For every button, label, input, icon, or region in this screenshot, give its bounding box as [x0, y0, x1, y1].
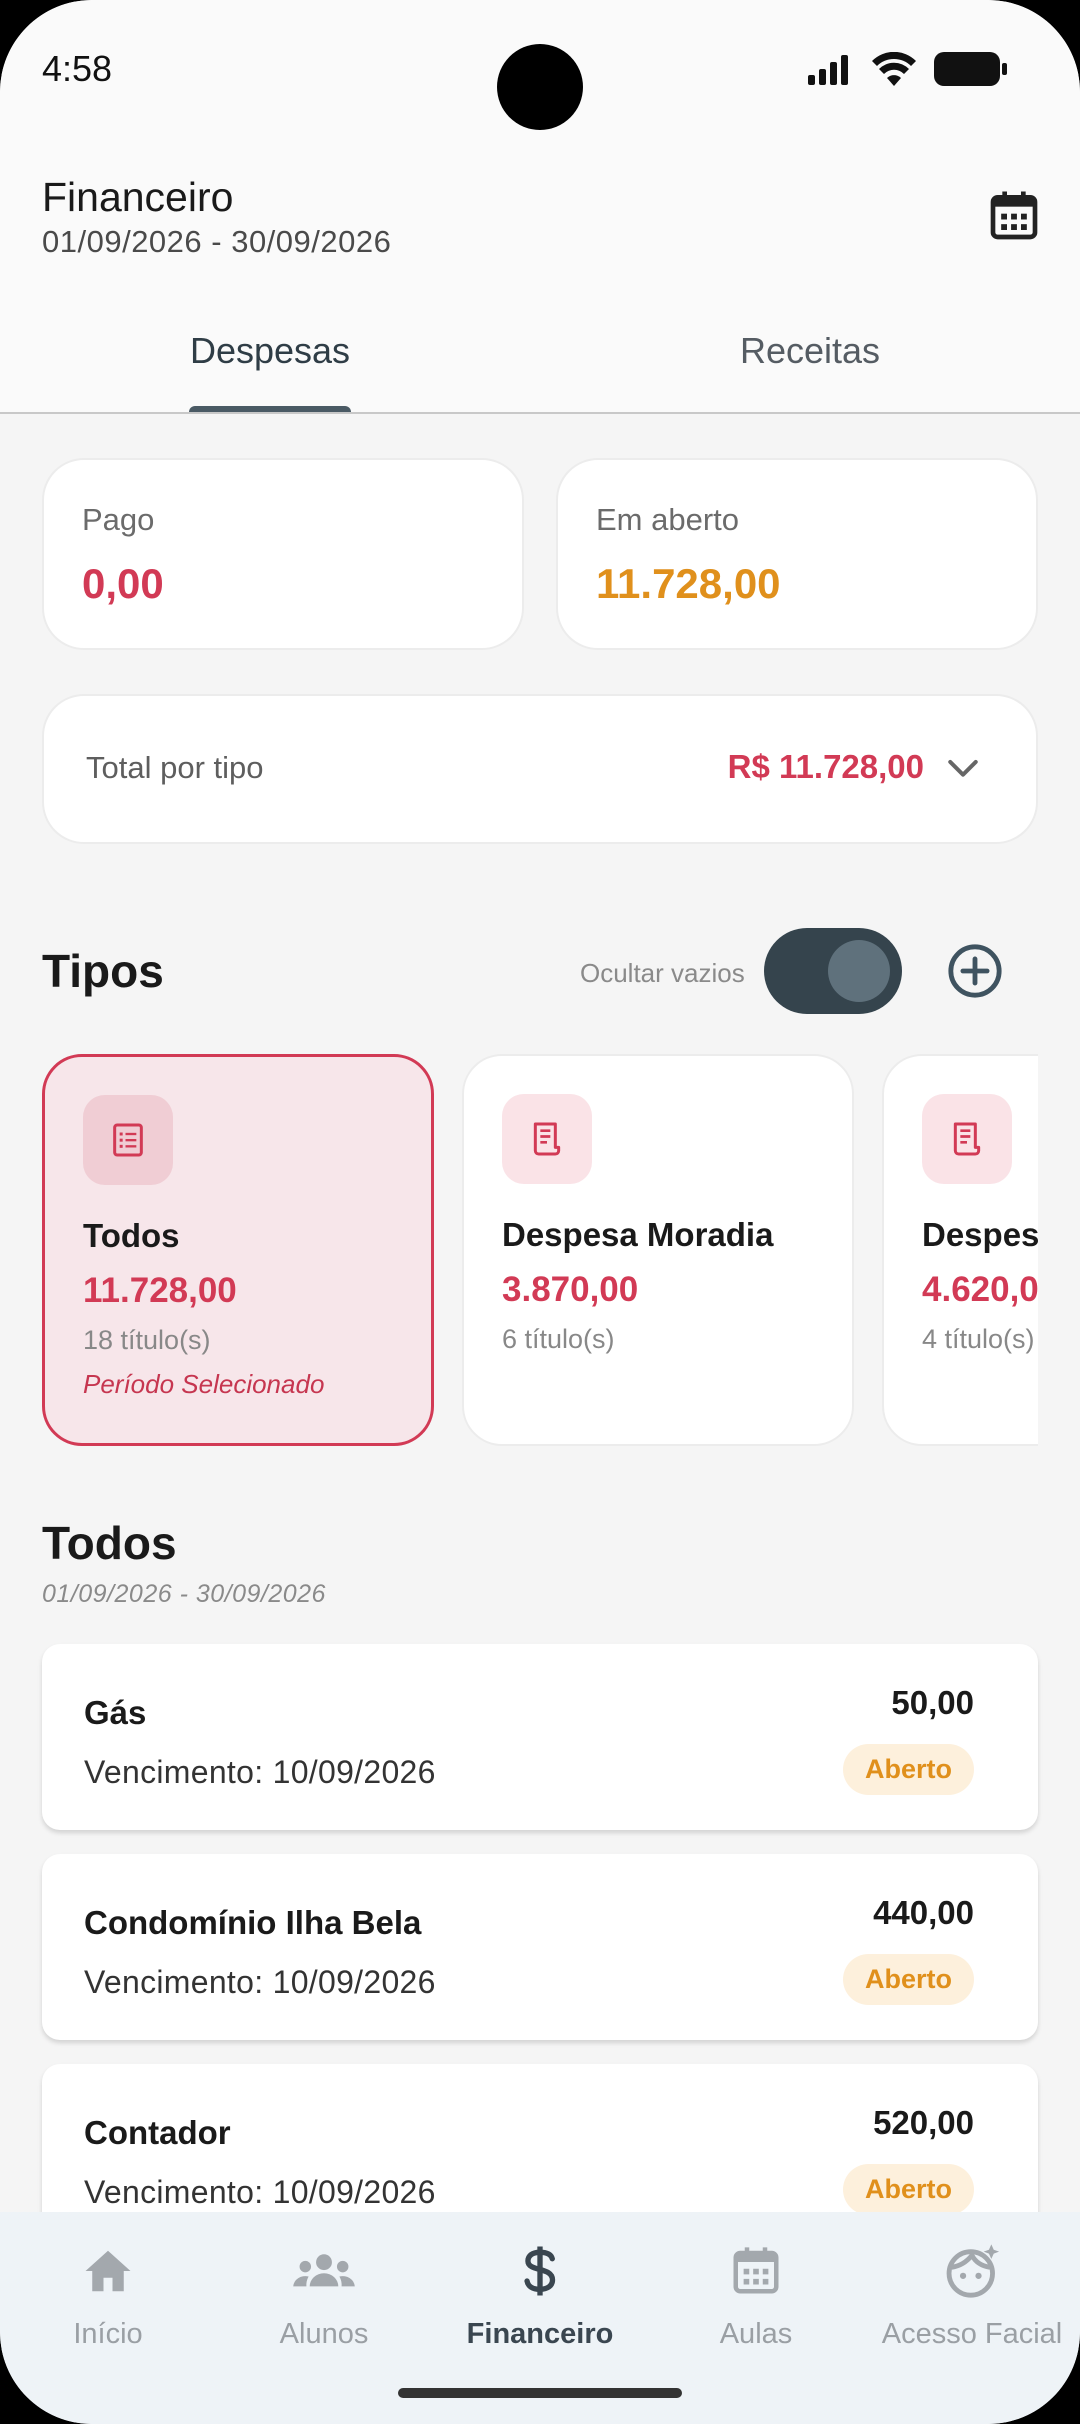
type-cards-carousel[interactable]: Todos 11.728,00 18 título(s) Período Sel…	[0, 1054, 1038, 1450]
chevron-down-icon	[948, 759, 978, 777]
type-count: 6 título(s)	[502, 1324, 615, 1354]
receipt-icon	[502, 1094, 592, 1184]
tab-receitas[interactable]: Receitas	[540, 330, 1080, 372]
status-time: 4:58	[42, 48, 113, 89]
type-value: 3.870,00	[502, 1270, 639, 1309]
list-title: Todos	[42, 1517, 177, 1569]
type-name: Despesa	[922, 1216, 1038, 1253]
item-amount: 440,00	[873, 1894, 974, 1931]
top-app-bar: 4:58 Financeiro 01/09/2026 - 30/09/2026	[0, 0, 1080, 414]
signal-icon	[808, 55, 848, 85]
page-period: 01/09/2026 - 30/09/2026	[42, 224, 392, 259]
item-amount: 520,00	[873, 2104, 974, 2141]
tab-despesas[interactable]: Despesas	[0, 330, 540, 372]
wifi-icon	[872, 52, 916, 86]
paid-card: Pago 0,00	[42, 458, 524, 650]
type-period-note: Período Selecionado	[83, 1369, 325, 1399]
people-icon	[216, 2238, 432, 2304]
list-icon	[83, 1095, 173, 1185]
tabs-divider	[0, 412, 1080, 414]
status-badge: Aberto	[843, 1954, 974, 2005]
open-value: 11.728,00	[596, 560, 781, 607]
open-card: Em aberto 11.728,00	[556, 458, 1038, 650]
total-by-type-value: R$ 11.728,00	[727, 748, 924, 785]
item-name: Contador	[84, 2114, 231, 2151]
nav-label: Início	[73, 2318, 143, 2350]
nav-item-inicio[interactable]: Início	[0, 2238, 216, 2351]
nav-label: Financeiro	[466, 2318, 614, 2350]
toggle-knob	[828, 940, 890, 1002]
type-card-despesa-moradia[interactable]: Despesa Moradia 3.870,00 6 título(s)	[462, 1054, 854, 1446]
nav-label: Aulas	[719, 2318, 793, 2350]
list-item[interactable]: Gás Vencimento: 10/09/2026 50,00 Aberto	[42, 1644, 1038, 1830]
receipt-icon	[922, 1094, 1012, 1184]
dollar-icon	[432, 2238, 648, 2304]
type-name: Todos	[83, 1217, 180, 1254]
type-count: 18 título(s)	[83, 1325, 211, 1355]
total-by-type-dropdown[interactable]: Total por tipo R$ 11.728,00	[42, 694, 1038, 844]
item-due-date: Vencimento: 10/09/2026	[84, 1964, 436, 2000]
type-value: 4.620,00	[922, 1270, 1038, 1309]
item-name: Gás	[84, 1694, 147, 1731]
paid-label: Pago	[82, 502, 155, 537]
nav-item-alunos[interactable]: Alunos	[216, 2238, 432, 2351]
status-badge: Aberto	[843, 2164, 974, 2215]
status-icons	[808, 52, 1008, 86]
home-indicator	[398, 2388, 682, 2398]
nav-item-financeiro[interactable]: Financeiro	[432, 2238, 648, 2351]
list-period: 01/09/2026 - 30/09/2026	[42, 1580, 326, 1608]
types-title: Tipos	[42, 945, 164, 997]
status-badge: Aberto	[843, 1744, 974, 1795]
item-amount: 50,00	[891, 1684, 974, 1721]
app-screen: 4:58 Financeiro 01/09/2026 - 30/09/2026	[0, 0, 1080, 2424]
total-by-type-label: Total por tipo	[86, 750, 264, 785]
home-icon	[0, 2238, 216, 2304]
battery-icon	[934, 52, 1007, 86]
list-item[interactable]: Condomínio Ilha Bela Vencimento: 10/09/2…	[42, 1854, 1038, 2040]
type-card-despesa[interactable]: Despesa 4.620,00 4 título(s)	[882, 1054, 1038, 1446]
calendar-icon[interactable]	[986, 188, 1042, 244]
front-camera	[497, 44, 583, 130]
nav-item-acesso-facial[interactable]: Acesso Facial	[864, 2238, 1080, 2351]
page-title: Financeiro	[42, 174, 234, 220]
item-due-date: Vencimento: 10/09/2026	[84, 2174, 436, 2210]
nav-item-aulas[interactable]: Aulas	[648, 2238, 864, 2351]
item-name: Condomínio Ilha Bela	[84, 1904, 422, 1941]
hide-empty-label: Ocultar vazios	[580, 958, 745, 988]
type-count: 4 título(s)	[922, 1324, 1035, 1354]
type-card-todos[interactable]: Todos 11.728,00 18 título(s) Período Sel…	[42, 1054, 434, 1446]
type-value: 11.728,00	[83, 1271, 237, 1310]
open-label: Em aberto	[596, 502, 740, 537]
item-due-date: Vencimento: 10/09/2026	[84, 1754, 436, 1790]
calendar-icon	[648, 2238, 864, 2304]
add-type-icon[interactable]	[946, 942, 1004, 1000]
face-icon	[864, 2238, 1080, 2304]
type-name: Despesa Moradia	[502, 1216, 774, 1253]
paid-value: 0,00	[82, 560, 164, 607]
hide-empty-toggle[interactable]	[764, 928, 902, 1014]
nav-label: Acesso Facial	[881, 2318, 1063, 2350]
nav-label: Alunos	[279, 2318, 369, 2350]
